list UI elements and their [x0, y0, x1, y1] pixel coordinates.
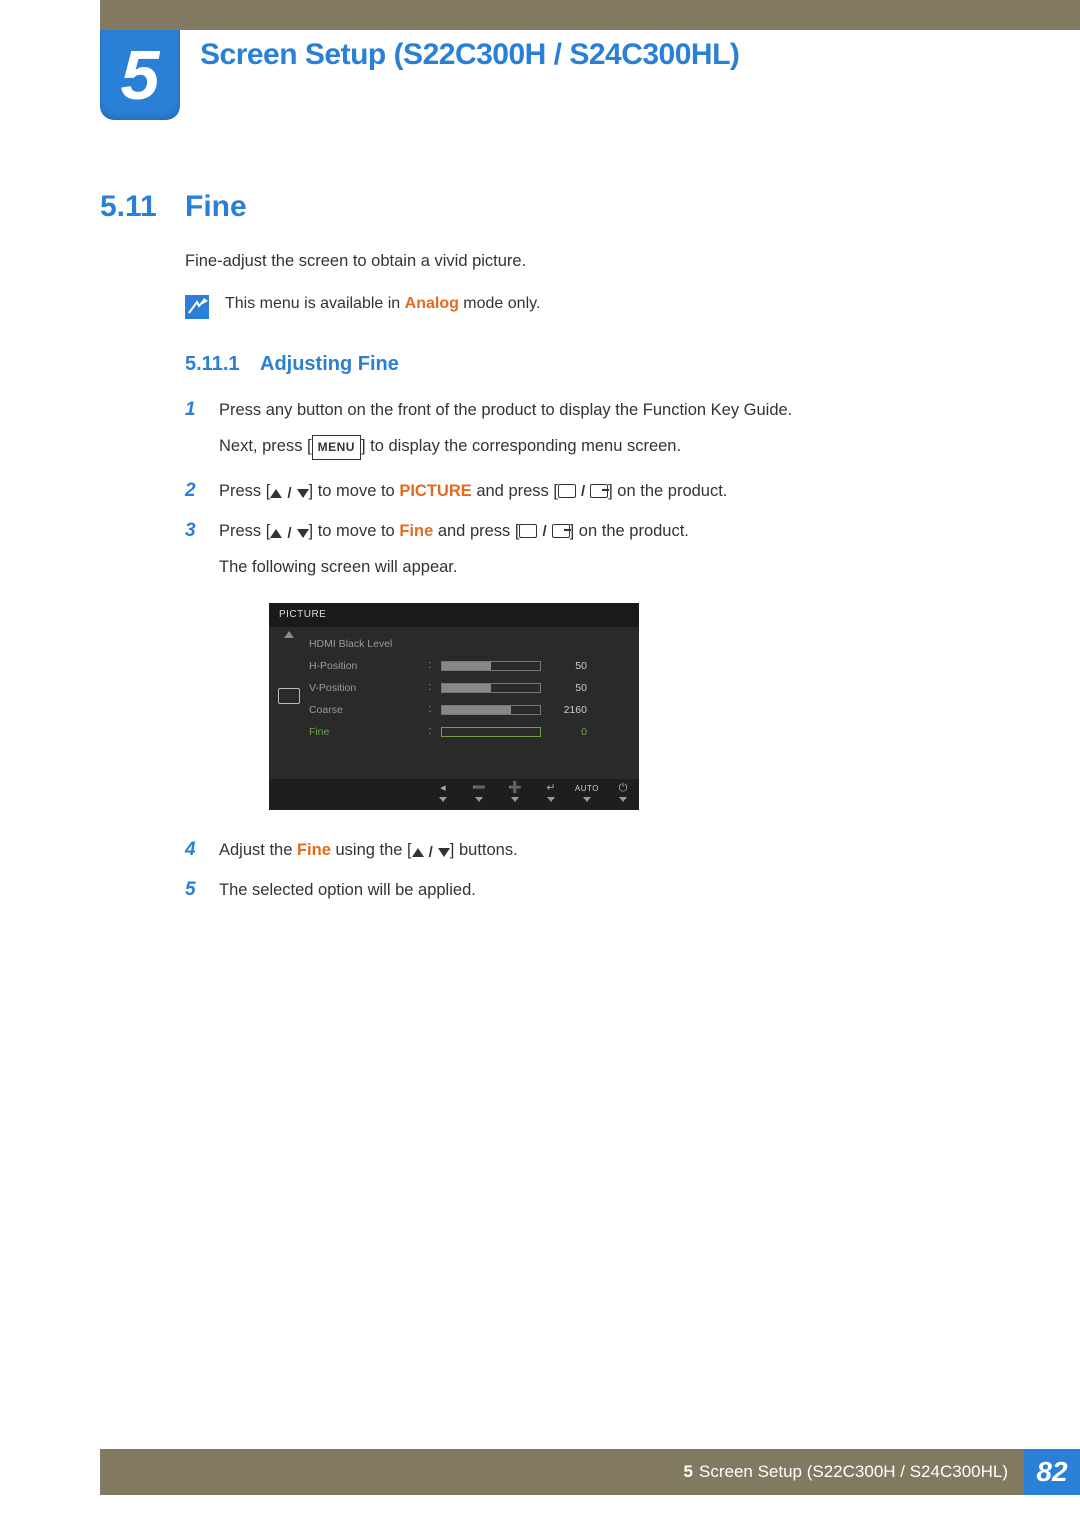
section-title: Fine [185, 190, 247, 224]
osd-back-icon: ◂ [435, 783, 451, 802]
up-down-icon: / [270, 520, 308, 547]
osd-scroll-up-icon [284, 631, 294, 638]
step-body: Press any button on the front of the pro… [219, 396, 792, 467]
osd-slider [441, 661, 541, 671]
osd-label: Fine [309, 723, 419, 742]
note-text: This menu is available in Analog mode on… [225, 295, 540, 313]
page-number: 82 [1024, 1449, 1080, 1495]
osd-label: Coarse [309, 701, 419, 720]
subsection-title: Adjusting Fine [260, 353, 399, 376]
up-down-icon: / [412, 839, 450, 866]
osd-value: 50 [549, 679, 587, 698]
note-row: This menu is available in Analog mode on… [185, 295, 1010, 319]
step-body: Press [/] to move to Fine and press [/] … [219, 517, 689, 826]
step-number: 5 [185, 879, 201, 901]
subsection-number: 5.11.1 [185, 353, 260, 376]
osd-label: V-Position [309, 679, 419, 698]
step-number: 1 [185, 399, 201, 421]
note-icon [185, 295, 209, 319]
page-footer: 5 Screen Setup (S22C300H / S24C300HL) 82 [100, 1449, 1080, 1495]
osd-slider [441, 683, 541, 693]
osd-plus-icon: ➕ [507, 783, 523, 802]
step-number: 4 [185, 839, 201, 861]
step: 3 Press [/] to move to Fine and press [/… [185, 517, 1010, 826]
steps-list: 1 Press any button on the front of the p… [185, 396, 1010, 906]
osd-slider [441, 705, 541, 715]
section-description: Fine-adjust the screen to obtain a vivid… [185, 252, 1010, 271]
osd-row: H-Position : 50 [309, 655, 629, 677]
up-down-icon: / [270, 480, 308, 507]
footer-chapter-number: 5 [684, 1462, 693, 1482]
enter-source-icon: / [558, 478, 608, 505]
osd-row: V-Position : 50 [309, 677, 629, 699]
osd-value: 2160 [549, 701, 587, 720]
menu-key-icon: MENU [312, 435, 361, 461]
enter-source-icon: / [519, 518, 569, 545]
osd-slider [441, 727, 541, 737]
osd-value: 50 [549, 657, 587, 676]
osd-row-selected: Fine : 0 [309, 721, 629, 743]
step-body: Press [/] to move to PICTURE and press [… [219, 477, 727, 507]
section-number: 5.11 [100, 190, 185, 224]
osd-power-icon: ⏻ [615, 783, 631, 802]
osd-auto-label: AUTO [579, 783, 595, 802]
osd-row: HDMI Black Level [309, 633, 629, 655]
monitor-icon [278, 688, 300, 704]
step-body: The selected option will be applied. [219, 876, 476, 906]
footer-bar: 5 Screen Setup (S22C300H / S24C300HL) [100, 1449, 1024, 1495]
footer-chapter-title: Screen Setup (S22C300H / S24C300HL) [699, 1462, 1008, 1482]
osd-enter-icon: ↵ [543, 783, 559, 802]
step-number: 3 [185, 520, 201, 542]
step-number: 2 [185, 480, 201, 502]
chapter-badge: 5 [100, 30, 180, 120]
top-accent-bar [100, 0, 1080, 30]
step: 4 Adjust the Fine using the [/] buttons. [185, 836, 1010, 866]
osd-minus-icon: ➖ [471, 783, 487, 802]
step: 5 The selected option will be applied. [185, 876, 1010, 906]
step: 2 Press [/] to move to PICTURE and press… [185, 477, 1010, 507]
step: 1 Press any button on the front of the p… [185, 396, 1010, 467]
osd-label: HDMI Black Level [309, 635, 419, 654]
osd-screenshot: PICTURE HDMI Black Level H-Position [269, 603, 639, 810]
osd-footer: ◂ ➖ ➕ ↵ AUTO ⏻ [269, 779, 639, 810]
osd-row: Coarse : 2160 [309, 699, 629, 721]
osd-label: H-Position [309, 657, 419, 676]
step-body: Adjust the Fine using the [/] buttons. [219, 836, 518, 866]
osd-header: PICTURE [269, 603, 639, 627]
chapter-number: 5 [121, 35, 160, 115]
chapter-title: Screen Setup (S22C300H / S24C300HL) [200, 38, 739, 72]
osd-value: 0 [549, 723, 587, 742]
